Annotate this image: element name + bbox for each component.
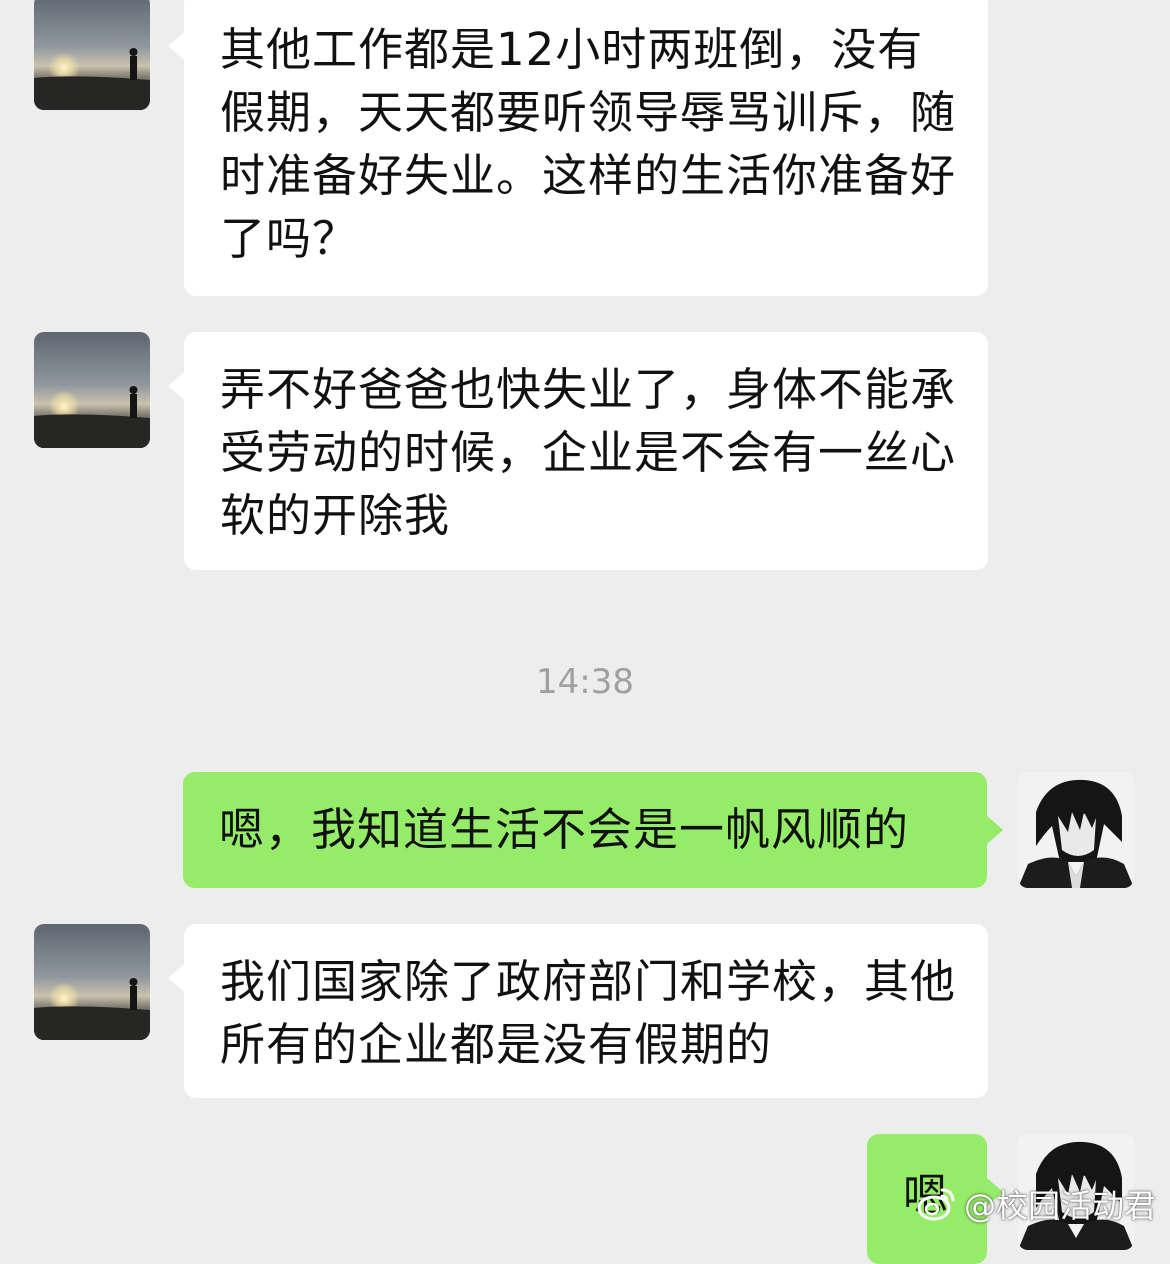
watermark-text: @校园活动君: [963, 1187, 1156, 1225]
message-bubble-outgoing[interactable]: 嗯，我知道生活不会是一帆风顺的: [183, 772, 1003, 888]
contact-avatar[interactable]: [34, 332, 150, 448]
message-text: 嗯，我知道生活不会是一帆风顺的: [219, 803, 910, 856]
message-bubble-incoming[interactable]: 我们国家除了政府部门和学校，其他所有的企业都是没有假期的: [168, 924, 988, 1098]
sunset-avatar-image: [34, 332, 150, 448]
message-text: 弄不好爸爸也快失业了，身体不能承受劳动的时候，企业是不会有一丝心软的开除我: [220, 363, 957, 542]
my-avatar[interactable]: [1018, 772, 1134, 888]
message-timestamp: 14:38: [536, 662, 634, 702]
sunset-avatar-image: [34, 0, 150, 110]
contact-avatar[interactable]: [34, 924, 150, 1040]
message-bubble-incoming[interactable]: 弄不好爸爸也快失业了，身体不能承受劳动的时候，企业是不会有一丝心软的开除我: [168, 332, 988, 570]
sunset-avatar-image: [34, 924, 150, 1040]
message-text: 其他工作都是12小时两班倒，没有假期，天天都要听领导辱骂训斥，随时准备好失业。这…: [220, 23, 957, 265]
message-bubble-incoming[interactable]: 其他工作都是12小时两班倒，没有假期，天天都要听领导辱骂训斥，随时准备好失业。这…: [168, 0, 988, 296]
anime-avatar-image: [1018, 772, 1134, 888]
weibo-watermark: @校园活动君: [916, 1182, 1156, 1226]
weibo-icon: [917, 1188, 955, 1221]
contact-avatar[interactable]: [34, 0, 150, 110]
message-text: 我们国家除了政府部门和学校，其他所有的企业都是没有假期的: [220, 955, 957, 1071]
